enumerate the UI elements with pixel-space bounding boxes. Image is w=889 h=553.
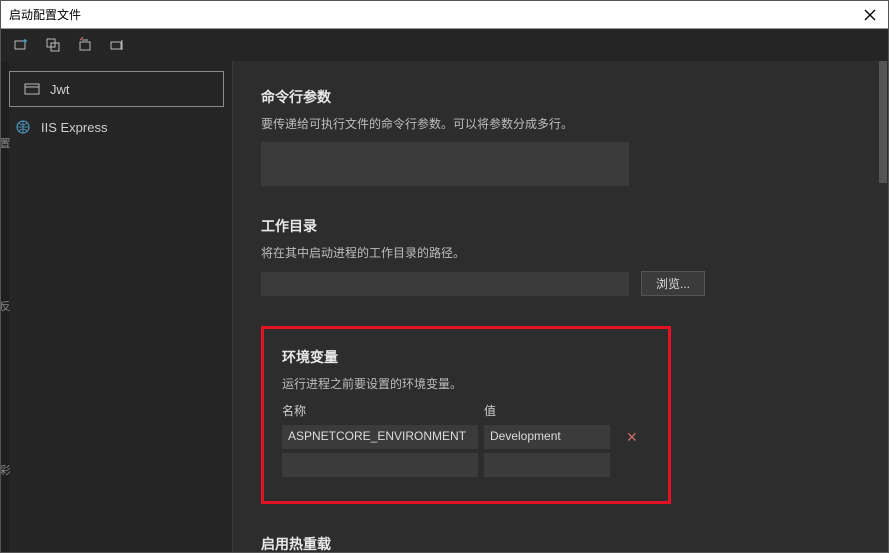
workdir-section: 工作目录 将在其中启动进程的工作目录的路径。 浏览... [261, 216, 860, 296]
duplicate-profile-icon[interactable] [45, 37, 61, 53]
hotreload-title: 启用热重载 [261, 534, 860, 552]
close-icon [864, 9, 876, 21]
sidebar-item-jwt[interactable]: Jwt [9, 71, 224, 107]
window-body: 置 反 彩 Jwt [1, 29, 888, 552]
profiles-sidebar: Jwt IIS Express [1, 29, 233, 552]
env-row: ASPNETCORE_ENVIRONMENT Development ✕ [282, 425, 650, 449]
env-header: 名称 值 [282, 402, 650, 419]
workdir-title: 工作目录 [261, 216, 860, 236]
sidebar-item-label: IIS Express [41, 120, 107, 135]
args-desc: 要传递给可执行文件的命令行参数。可以将参数分成多行。 [261, 115, 860, 132]
args-input[interactable] [261, 142, 629, 186]
scrollbar[interactable] [878, 29, 888, 552]
args-title: 命令行参数 [261, 87, 860, 107]
env-row [282, 453, 650, 477]
env-highlighted-box: 环境变量 运行进程之前要设置的环境变量。 名称 值 ASPNETCORE_ENV… [261, 326, 671, 504]
sidebar-item-label: Jwt [50, 82, 70, 97]
workdir-input[interactable] [261, 272, 629, 296]
left-edge-strip: 置 反 彩 [1, 61, 9, 552]
hotreload-section: 启用热重载 将代码更改应用于运行中的应用程序。 [261, 534, 860, 552]
env-section: 环境变量 运行进程之前要设置的环境变量。 名称 值 ASPNETCORE_ENV… [261, 326, 860, 504]
window-icon [24, 81, 40, 97]
browse-button[interactable]: 浏览... [641, 271, 705, 296]
env-name-cell[interactable]: ASPNETCORE_ENVIRONMENT [282, 425, 478, 449]
env-desc: 运行进程之前要设置的环境变量。 [282, 375, 650, 392]
globe-icon [15, 119, 31, 135]
new-profile-icon[interactable] [13, 37, 29, 53]
env-name-header: 名称 [282, 402, 478, 419]
workdir-desc: 将在其中启动进程的工作目录的路径。 [261, 244, 860, 261]
launch-profiles-window: 启动配置文件 置 反 彩 [0, 0, 889, 553]
args-section: 命令行参数 要传递给可执行文件的命令行参数。可以将参数分成多行。 [261, 87, 860, 186]
env-name-cell-empty[interactable] [282, 453, 478, 477]
toolbar [1, 29, 888, 61]
env-value-cell-empty[interactable] [484, 453, 610, 477]
rename-profile-icon[interactable] [109, 37, 125, 53]
sidebar-item-iis-express[interactable]: IIS Express [1, 109, 232, 145]
titlebar: 启动配置文件 [1, 1, 888, 29]
env-title: 环境变量 [282, 347, 650, 367]
delete-row-icon[interactable]: ✕ [626, 429, 638, 446]
delete-profile-icon[interactable] [77, 37, 93, 53]
close-button[interactable] [860, 5, 880, 25]
window-title: 启动配置文件 [9, 6, 81, 23]
content-panel: 命令行参数 要传递给可执行文件的命令行参数。可以将参数分成多行。 工作目录 将在… [233, 29, 888, 552]
env-value-cell[interactable]: Development [484, 425, 610, 449]
env-value-header: 值 [484, 402, 496, 419]
